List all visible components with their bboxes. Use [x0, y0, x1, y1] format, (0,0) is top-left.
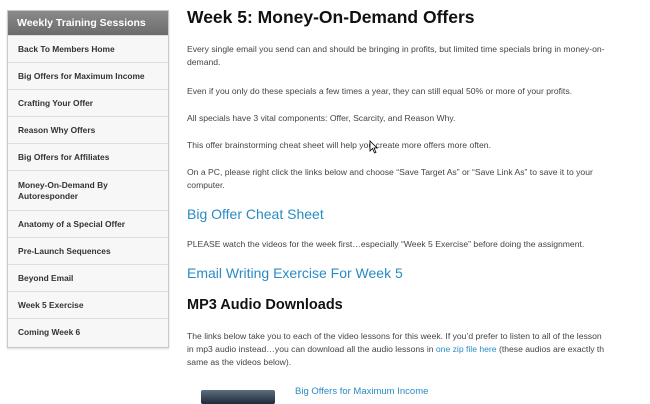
intro-line-2: demand. — [187, 57, 221, 67]
mp3-line-2-end: (these audios are exactly th — [496, 344, 605, 354]
sidebar-item-label: Beyond Email — [18, 273, 74, 283]
sidebar-item-label: Big Offers for Affiliates — [18, 152, 110, 162]
sidebar-item-label: Reason Why Offers — [18, 125, 96, 135]
sidebar-item-label: Coming Week 6 — [18, 327, 81, 337]
sidebar-item-label: Pre-Launch Sequences — [18, 246, 111, 256]
intro-paragraph: Every single email you send can and shou… — [187, 43, 650, 69]
sidebar-item-week5-exercise[interactable]: Week 5 Exercise — [8, 291, 168, 318]
mp3-paragraph: The links below take you to each of the … — [187, 330, 650, 369]
sidebar-item-label: Back To Members Home — [18, 44, 115, 54]
sidebar-item-anatomy[interactable]: Anatomy of a Special Offer — [8, 210, 168, 237]
mp3-heading: MP3 Audio Downloads — [187, 297, 343, 313]
sidebar-item-crafting-offer[interactable]: Crafting Your Offer — [8, 89, 168, 116]
mouse-cursor-icon — [369, 140, 378, 154]
sidebar-item-label: Anatomy of a Special Offer — [18, 219, 126, 229]
audio-lesson-link[interactable]: Big Offers for Maximum Income — [295, 386, 428, 397]
sidebar-item-reason-why[interactable]: Reason Why Offers — [8, 116, 168, 143]
components-paragraph: All specials have 3 vital components: Of… — [187, 113, 456, 123]
intro-line-1: Every single email you send can and shou… — [187, 44, 605, 54]
save-line-2: computer. — [187, 180, 225, 190]
sidebar-item-label: Week 5 Exercise — [18, 300, 84, 310]
watch-videos-paragraph: PLEASE watch the videos for the week fir… — [187, 239, 585, 249]
sidebar-item-label: Big Offers for Maximum Income — [18, 71, 145, 81]
cheat-sheet-link[interactable]: Big Offer Cheat Sheet — [187, 206, 324, 222]
sidebar-item-money-on-demand[interactable]: Money-On-Demand By Autoresponder — [8, 170, 168, 210]
sidebar-item-members-home[interactable]: Back To Members Home — [8, 35, 168, 62]
mp3-line-3: same as the videos below). — [187, 357, 292, 367]
sidebar-item-label: Autoresponder — [18, 190, 79, 201]
save-line-1: On a PC, please right click the links be… — [187, 167, 593, 177]
page-title: Week 5: Money-On-Demand Offers — [187, 7, 475, 27]
sidebar-item-affiliates[interactable]: Big Offers for Affiliates — [8, 143, 168, 170]
sidebar-item-big-offers[interactable]: Big Offers for Maximum Income — [8, 62, 168, 89]
mp3-line-2-start: in mp3 audio instead…you can download al… — [187, 344, 436, 354]
exercise-link[interactable]: Email Writing Exercise For Week 5 — [187, 265, 403, 281]
sidebar-item-beyond-email[interactable]: Beyond Email — [8, 264, 168, 291]
main-content: Week 5: Money-On-Demand Offers Every sin… — [187, 0, 650, 404]
sidebar-item-pre-launch[interactable]: Pre-Launch Sequences — [8, 237, 168, 264]
specials-paragraph: Even if you only do these specials a few… — [187, 86, 573, 96]
sidebar-item-label: Money-On-Demand By — [18, 179, 108, 190]
cheat-sheet-paragraph: This offer brainstorming cheat sheet wil… — [187, 140, 491, 150]
sidebar-title: Weekly Training Sessions — [8, 11, 168, 35]
save-instructions-paragraph: On a PC, please right click the links be… — [187, 166, 650, 192]
sidebar-item-coming-week6[interactable]: Coming Week 6 — [8, 318, 168, 345]
video-thumbnail[interactable] — [201, 390, 275, 404]
mp3-line-1: The links below take you to each of the … — [187, 331, 602, 341]
sidebar-item-label: Crafting Your Offer — [18, 98, 94, 108]
zip-file-link[interactable]: one zip file here — [436, 344, 497, 354]
training-sidebar: Weekly Training Sessions Back To Members… — [7, 10, 169, 348]
